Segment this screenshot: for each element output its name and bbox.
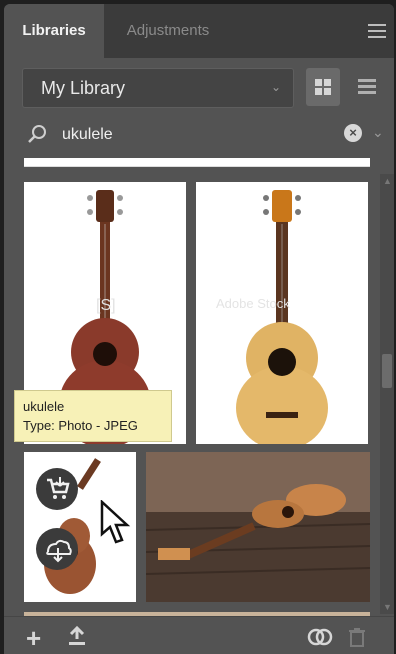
cloud-download-icon[interactable] (36, 528, 78, 570)
scroll-thumb[interactable] (382, 354, 392, 388)
scroll-up-icon[interactable]: ▲ (383, 176, 392, 186)
grid-view-icon[interactable] (306, 68, 340, 106)
panel-footer: + (4, 616, 394, 654)
asset-thumbnail[interactable]: Adobe Stock (196, 182, 368, 444)
asset-tooltip: ukulele Type: Photo - JPEG (14, 390, 172, 442)
chevron-down-icon: ⌄ (270, 80, 281, 94)
ukulele-image: Adobe Stock (216, 190, 328, 444)
tooltip-type: Type: Photo - JPEG (23, 418, 138, 433)
tooltip-title: ukulele (23, 399, 65, 414)
ukulele-wood-image (146, 452, 370, 602)
svg-text:[S]: [S] (96, 297, 116, 314)
list-view-icon[interactable] (350, 68, 384, 106)
search-icon (28, 125, 46, 143)
cart-icon[interactable] (36, 468, 78, 510)
cursor-icon (100, 500, 131, 544)
panel-tab-bar: Libraries Adjustments (4, 4, 394, 58)
svg-text:Adobe Stock: Adobe Stock (216, 296, 290, 311)
scrollbar[interactable]: ▲ ▼ (380, 174, 394, 614)
trash-icon[interactable] (348, 627, 366, 647)
asset-thumbnail[interactable] (146, 452, 370, 602)
search-bar: × ⌄ (22, 114, 384, 154)
tab-libraries[interactable]: Libraries (4, 4, 104, 58)
libraries-panel: Libraries Adjustments My Library ⌄ × ⌄ (4, 4, 394, 654)
scroll-down-icon[interactable]: ▼ (383, 602, 392, 612)
asset-thumbnail-partial[interactable] (24, 158, 370, 167)
panel-menu-icon[interactable] (368, 24, 386, 38)
library-dropdown-value: My Library (41, 78, 126, 98)
upload-icon[interactable] (66, 625, 88, 647)
add-icon[interactable]: + (26, 623, 41, 654)
library-dropdown[interactable]: My Library ⌄ (22, 68, 294, 108)
clear-search-icon[interactable]: × (344, 124, 362, 142)
search-input[interactable] (60, 120, 324, 150)
tab-adjustments[interactable]: Adjustments (108, 4, 228, 58)
chevron-down-icon[interactable]: ⌄ (372, 124, 384, 141)
link-icon[interactable] (306, 627, 334, 647)
